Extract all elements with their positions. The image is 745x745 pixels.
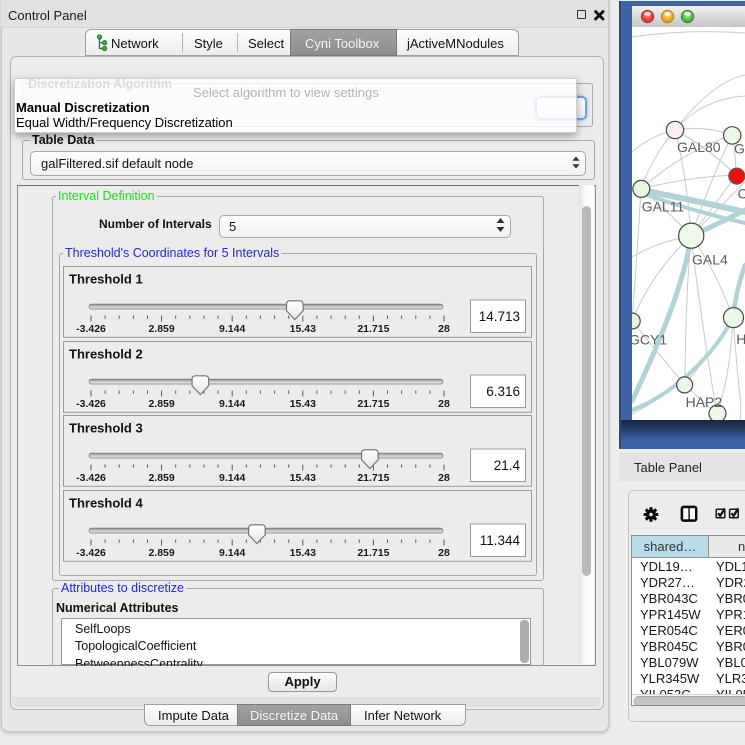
svg-text:28: 28 (438, 472, 450, 484)
svg-text:21.715: 21.715 (357, 398, 389, 410)
svg-text:28: 28 (438, 323, 450, 335)
svg-text:15.43: 15.43 (290, 547, 316, 559)
svg-text:21.715: 21.715 (357, 472, 389, 484)
svg-text:GAL4: GAL4 (692, 252, 728, 268)
svg-text:21.715: 21.715 (357, 547, 389, 559)
svg-text:GAL11: GAL11 (642, 199, 685, 215)
svg-text:HAP2: HAP2 (686, 394, 723, 410)
svg-text:H: H (736, 331, 745, 347)
svg-text:28: 28 (438, 398, 450, 410)
svg-text:GAL: GAL (734, 141, 745, 157)
svg-text:15.43: 15.43 (290, 472, 316, 484)
svg-text:Threshold 1: Threshold 1 (69, 272, 143, 287)
svg-text:-3.426: -3.426 (76, 323, 106, 335)
svg-text:GCY1: GCY1 (632, 332, 667, 348)
svg-text:2.859: 2.859 (148, 398, 174, 410)
svg-text:11.344: 11.344 (480, 533, 521, 548)
svg-text:2.859: 2.859 (148, 323, 174, 335)
svg-text:-3.426: -3.426 (76, 547, 106, 559)
svg-text:21.4: 21.4 (494, 458, 521, 473)
svg-text:9.144: 9.144 (219, 323, 245, 335)
svg-text:-3.426: -3.426 (76, 472, 106, 484)
svg-text:2.859: 2.859 (148, 547, 174, 559)
svg-text:Threshold 3: Threshold 3 (69, 421, 143, 436)
svg-text:6.316: 6.316 (486, 384, 520, 399)
svg-text:14.713: 14.713 (479, 309, 520, 324)
svg-text:C: C (738, 186, 745, 202)
svg-text:15.43: 15.43 (290, 398, 316, 410)
svg-text:-3.426: -3.426 (76, 398, 106, 410)
svg-text:9.144: 9.144 (219, 472, 245, 484)
svg-text:21.715: 21.715 (357, 323, 389, 335)
svg-text:9.144: 9.144 (219, 398, 245, 410)
svg-text:15.43: 15.43 (290, 323, 316, 335)
svg-text:GAL80: GAL80 (677, 139, 721, 155)
svg-text:Threshold 2: Threshold 2 (69, 346, 143, 361)
svg-text:2.859: 2.859 (148, 472, 174, 484)
svg-text:9.144: 9.144 (219, 547, 245, 559)
svg-text:28: 28 (438, 547, 450, 559)
svg-text:Threshold 4: Threshold 4 (69, 495, 143, 510)
